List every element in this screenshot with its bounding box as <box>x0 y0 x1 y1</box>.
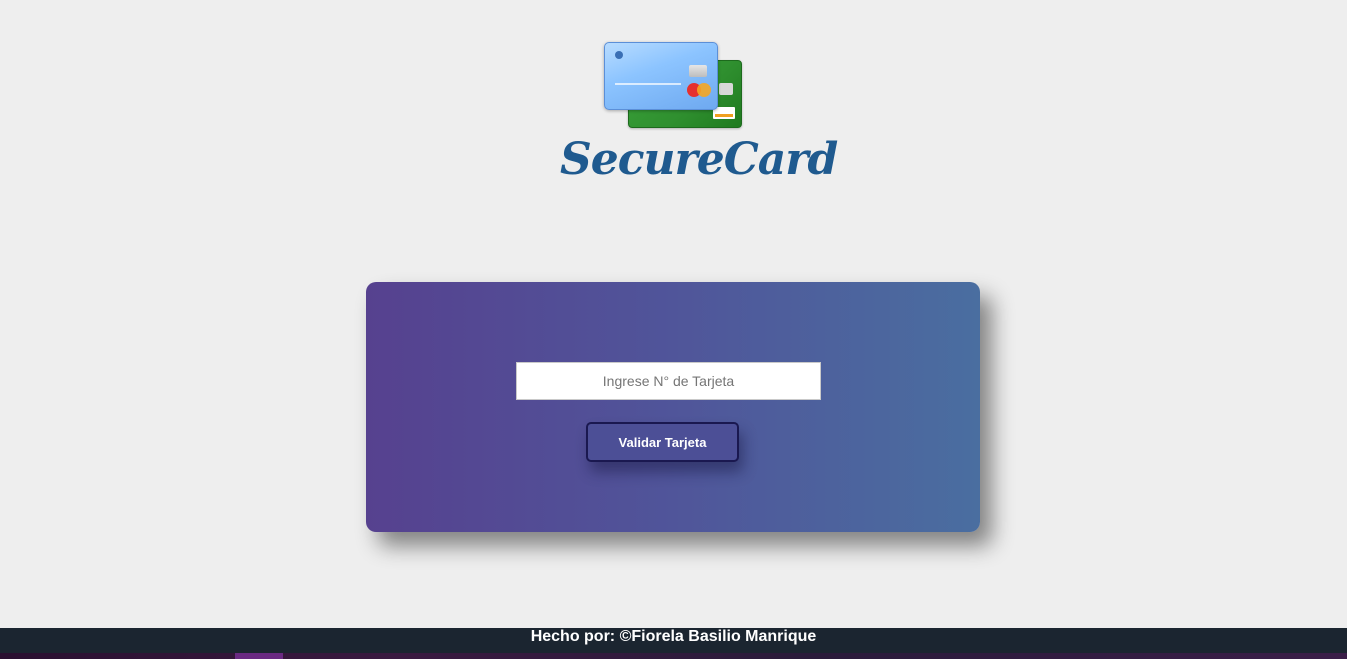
card-number-line <box>615 83 681 85</box>
validate-card-button[interactable]: Validar Tarjeta <box>586 422 739 462</box>
footer-credit: Hecho por: ©Fiorela Basilio Manrique <box>530 628 817 645</box>
mastercard-logo-icon <box>697 83 711 97</box>
credit-cards-icon <box>604 42 744 130</box>
card-logo-icon <box>713 107 735 119</box>
blue-card-graphic <box>604 42 718 110</box>
validation-panel: Validar Tarjeta <box>366 282 980 532</box>
footer-bottom-bar <box>0 653 1347 659</box>
logo: SecureCard <box>560 40 838 190</box>
brand-title: SecureCard <box>560 134 838 185</box>
bank-logo-icon <box>615 51 623 59</box>
card-chip-icon <box>719 83 733 95</box>
card-number-input[interactable] <box>516 362 821 400</box>
page: SecureCard Validar Tarjeta Hecho por: ©F… <box>0 0 1347 659</box>
footer: Hecho por: ©Fiorela Basilio Manrique <box>0 628 1347 659</box>
footer-bar-accent <box>235 653 283 659</box>
card-chip-icon <box>689 65 707 77</box>
